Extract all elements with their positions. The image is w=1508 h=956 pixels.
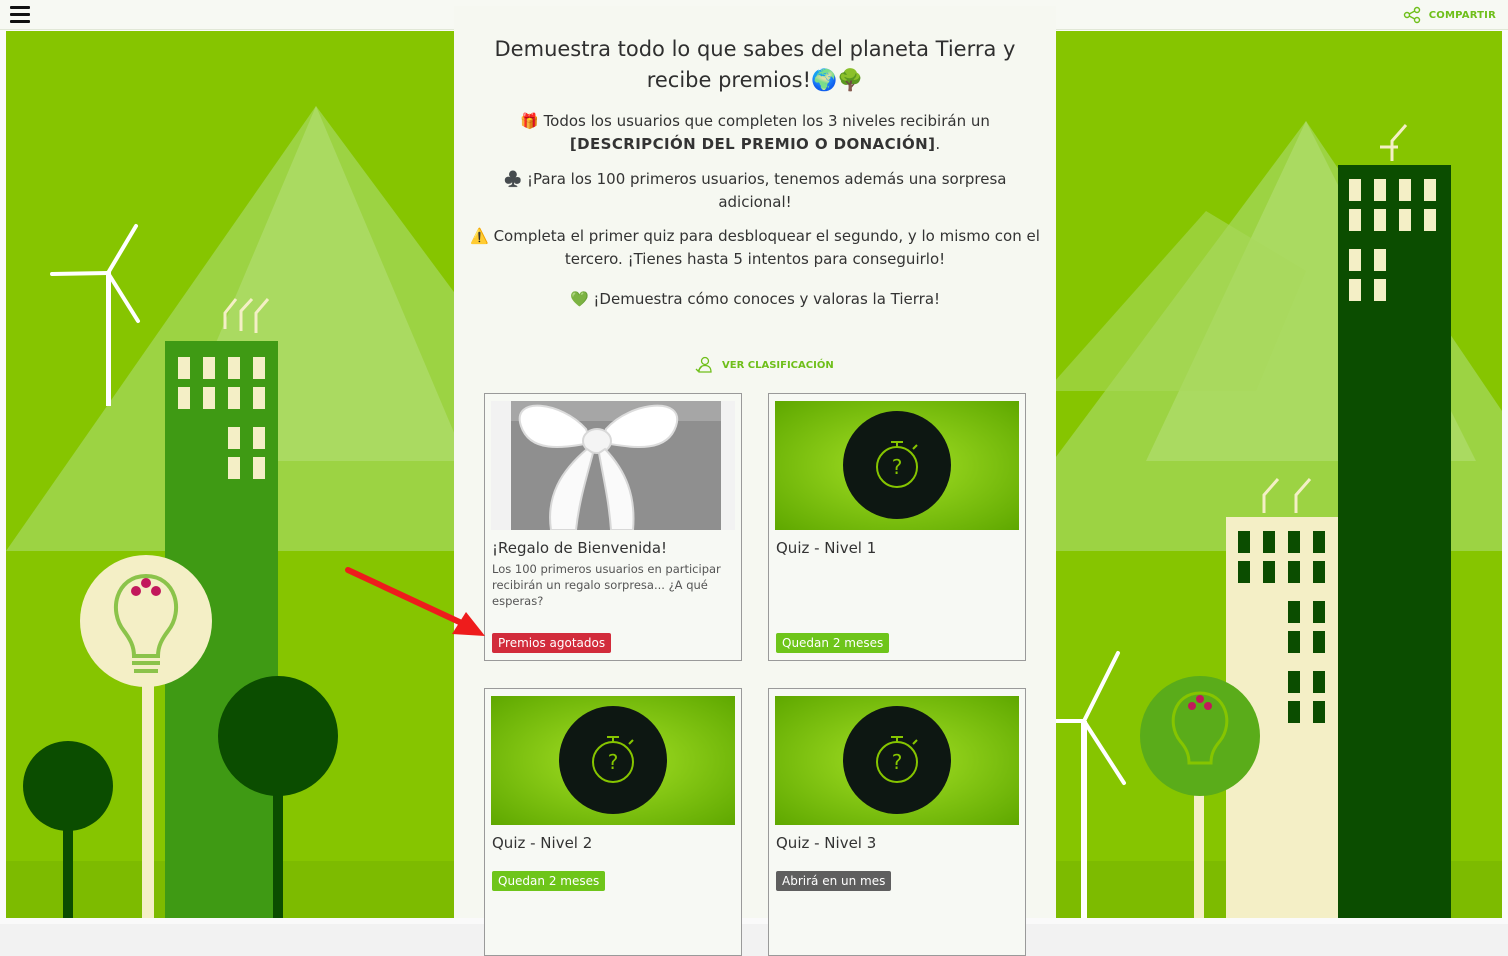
view-ranking-label: VER CLASIFICACIÓN (722, 359, 834, 371)
content-panel: Demuestra todo lo que sabes del planeta … (454, 6, 1056, 956)
card-quiz-level-2[interactable]: ? Quiz - Nivel 2 Quedan 2 meses (484, 688, 742, 956)
prize-text-pre: 🎁 Todos los usuarios que completen los 3… (520, 112, 990, 130)
page-title: Demuestra todo lo que sabes del planeta … (494, 37, 1016, 92)
quiz-image: ? (775, 401, 1019, 530)
view-ranking-link[interactable]: VER CLASIFICACIÓN (694, 355, 834, 375)
unlock-rules-text: ⚠️ Completa el primer quiz para desbloqu… (470, 227, 1040, 268)
gift-box-image (491, 401, 735, 530)
surprise-text: ♣️ ¡Para los 100 primeros usuarios, tene… (503, 170, 1007, 211)
card-title: Quiz - Nivel 2 (492, 834, 593, 852)
card-quiz-level-1[interactable]: ? Quiz - Nivel 1 Quedan 2 meses (768, 393, 1026, 661)
status-badge: Abrirá en un mes (776, 871, 892, 891)
prize-description: 🎁 Todos los usuarios que completen los 3… (470, 110, 1040, 156)
closing-text: 💚 ¡Demuestra cómo conoces y valoras la T… (569, 290, 941, 308)
card-title: Quiz - Nivel 3 (776, 834, 877, 852)
card-welcome-gift[interactable]: ¡Regalo de Bienvenida! Los 100 primeros … (484, 393, 742, 661)
hamburger-menu-icon[interactable] (10, 6, 30, 24)
share-label: COMPARTIR (1428, 9, 1496, 21)
annotation-arrow-icon (345, 567, 485, 636)
card-title: Quiz - Nivel 1 (776, 539, 877, 557)
prize-placeholder: [DESCRIPCIÓN DEL PREMIO O DONACIÓN] (569, 135, 936, 153)
leaderboard-icon (695, 356, 712, 373)
card-title: ¡Regalo de Bienvenida! (492, 539, 668, 557)
card-quiz-level-3[interactable]: ? Quiz - Nivel 3 Abrirá en un mes (768, 688, 1026, 956)
svg-text:?: ? (892, 750, 903, 774)
share-button[interactable]: COMPARTIR (1403, 6, 1496, 24)
svg-text:?: ? (892, 455, 903, 479)
app-frame: COMPARTIR Demuestra todo lo que sabes de… (0, 0, 1508, 956)
status-badge: Quedan 2 meses (776, 633, 890, 653)
status-badge: Premios agotados (492, 633, 612, 653)
share-icon (1403, 6, 1420, 24)
prize-text-post: . (935, 135, 941, 153)
status-badge: Quedan 2 meses (492, 871, 606, 891)
svg-text:?: ? (608, 750, 619, 774)
quiz-image: ? (775, 696, 1019, 825)
quiz-image: ? (491, 696, 735, 825)
card-description: Los 100 primeros usuarios en participar … (492, 562, 721, 608)
